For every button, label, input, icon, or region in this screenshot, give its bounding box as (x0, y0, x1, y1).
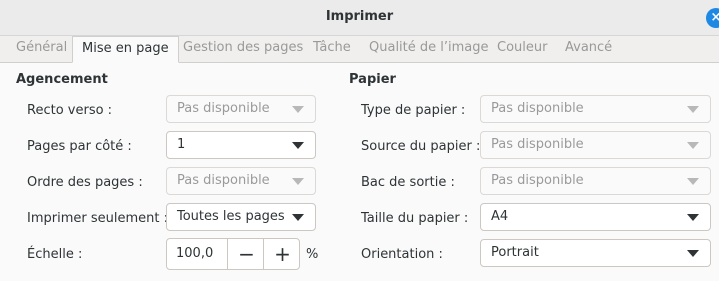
paper-type-select: Pas disponible (480, 95, 711, 123)
print-only-select[interactable]: Toutes les pages (166, 203, 316, 231)
paper-type-label: Type de papier : (361, 103, 466, 118)
chevron-down-icon (687, 250, 699, 257)
tab-bar: Général Mise en page Gestion des pages T… (0, 36, 719, 63)
chevron-down-icon (687, 178, 699, 185)
chevron-down-icon (687, 214, 699, 221)
pages-per-side-label: Pages par côté : (27, 139, 132, 154)
orientation-select[interactable]: Portrait (480, 239, 711, 267)
section-title-agencement: Agencement (16, 72, 108, 87)
layout-panel: Agencement Recto verso : Pas disponible … (0, 63, 719, 281)
chevron-down-icon (292, 178, 304, 185)
paper-source-value: Pas disponible (491, 137, 584, 152)
output-tray-select: Pas disponible (480, 167, 711, 195)
chevron-down-icon (292, 214, 304, 221)
window-title: Imprimer (325, 9, 394, 24)
tab-qualite-image[interactable]: Qualité de l’image (369, 36, 489, 62)
tab-avance[interactable]: Avancé (565, 36, 612, 62)
tab-tache[interactable]: Tâche (313, 36, 351, 62)
tab-couleur[interactable]: Couleur (497, 36, 547, 62)
pages-per-side-value: 1 (177, 137, 186, 152)
section-title-papier: Papier (349, 72, 396, 87)
page-order-select: Pas disponible (166, 167, 316, 195)
paper-source-select: Pas disponible (480, 131, 711, 159)
pages-per-side-select[interactable]: 1 (166, 131, 316, 159)
title-bar: Imprimer × (0, 0, 719, 36)
page-order-label: Ordre des pages : (27, 175, 143, 190)
tab-general[interactable]: Général (16, 36, 67, 62)
orientation-label: Orientation : (361, 247, 443, 262)
close-icon[interactable]: × (706, 8, 719, 28)
recto-verso-value: Pas disponible (177, 101, 270, 116)
increase-button[interactable]: + (263, 239, 301, 269)
tab-gestion-des-pages[interactable]: Gestion des pages (183, 36, 303, 62)
page-order-value: Pas disponible (177, 173, 270, 188)
recto-verso-select: Pas disponible (166, 95, 316, 123)
chevron-down-icon (687, 106, 699, 113)
chevron-down-icon (292, 106, 304, 113)
tab-mise-en-page[interactable]: Mise en page (72, 36, 179, 63)
print-only-value: Toutes les pages (177, 209, 285, 224)
scale-spinbutton[interactable]: 100,0 − + (166, 238, 300, 270)
scale-label: Échelle : (27, 247, 83, 262)
recto-verso-label: Recto verso : (27, 103, 113, 118)
orientation-value: Portrait (491, 245, 539, 260)
paper-type-value: Pas disponible (491, 101, 584, 116)
paper-size-value: A4 (491, 209, 509, 224)
scale-unit: % (306, 247, 319, 262)
output-tray-value: Pas disponible (491, 173, 584, 188)
print-only-label: Imprimer seulement : (27, 211, 168, 226)
paper-size-label: Taille du papier : (361, 211, 469, 226)
chevron-down-icon (292, 142, 304, 149)
paper-size-select[interactable]: A4 (480, 203, 711, 231)
paper-source-label: Source du papier : (361, 139, 481, 154)
output-tray-label: Bac de sortie : (361, 175, 455, 190)
chevron-down-icon (687, 142, 699, 149)
decrease-button[interactable]: − (227, 239, 265, 269)
scale-input[interactable]: 100,0 (167, 239, 227, 269)
